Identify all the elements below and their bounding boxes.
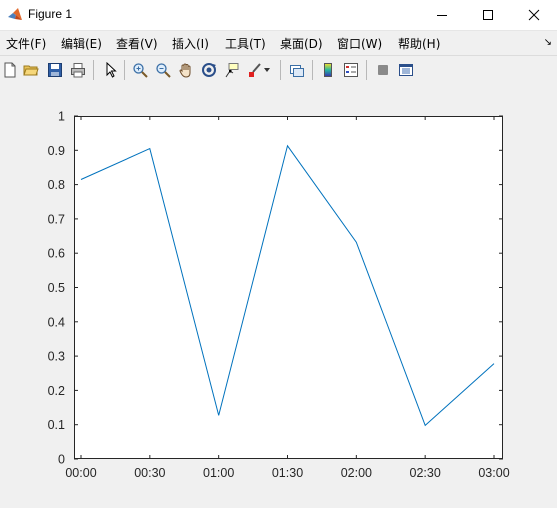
x-tick-label: 02:30	[410, 466, 441, 480]
minimize-icon	[437, 15, 447, 16]
rotate-3d-icon	[202, 63, 216, 77]
zoom-out-icon	[156, 63, 171, 78]
menu-tools[interactable]: 工具(T)	[225, 35, 266, 52]
window-title: Figure 1	[28, 7, 73, 21]
title-bar: Figure 1	[0, 0, 557, 31]
menu-help[interactable]: 帮助(H)	[398, 35, 440, 52]
hide-plot-tools-button[interactable]	[373, 60, 393, 80]
data-cursor-icon	[225, 63, 239, 78]
y-tick-label: 0.1	[48, 418, 65, 432]
x-tick-label: 00:00	[65, 466, 96, 480]
menu-insert[interactable]: 插入(I)	[172, 35, 209, 52]
menubar-overflow-arrow-icon[interactable]: ↘	[544, 37, 552, 48]
x-tick-label: 02:00	[341, 466, 372, 480]
hide-plot-tools-icon	[378, 65, 388, 75]
edit-plot-button[interactable]	[101, 60, 121, 80]
y-tick-label: 0.7	[48, 212, 65, 226]
edit-plot-arrow-icon	[106, 62, 117, 78]
new-figure-button[interactable]	[0, 60, 20, 80]
open-file-button[interactable]	[21, 60, 41, 80]
menu-bar: 文件(F) 编辑(E) 查看(V) 插入(I) 工具(T) 桌面(D) 窗口(W…	[0, 31, 557, 53]
toolbar-separator	[124, 60, 125, 80]
close-button[interactable]	[511, 0, 557, 30]
figure-canvas: 0 0.1 0.2 0.3 0.4 0.5 0.6 0.7 0.8 0.9 1 00:00 00:30…	[0, 84, 557, 504]
x-tick-label: 03:00	[478, 466, 509, 480]
x-tick-label: 00:30	[134, 466, 165, 480]
brush-icon	[249, 63, 261, 77]
menu-window[interactable]: 窗口(W)	[337, 35, 382, 52]
maximize-icon	[483, 10, 493, 20]
data-cursor-button[interactable]	[222, 60, 242, 80]
y-tick-label: 0.5	[48, 281, 65, 295]
zoom-in-icon	[133, 63, 148, 78]
close-icon	[528, 9, 540, 21]
menu-desktop[interactable]: 桌面(D)	[280, 35, 323, 52]
menu-file[interactable]: 文件(F)	[6, 35, 46, 52]
zoom-in-button[interactable]	[130, 60, 150, 80]
menu-edit[interactable]: 编辑(E)	[61, 35, 102, 52]
y-tick-label: 0.6	[48, 247, 65, 261]
line-chart[interactable]: 0 0.1 0.2 0.3 0.4 0.5 0.6 0.7 0.8 0.9 1 00:00 00:30…	[0, 84, 557, 504]
print-icon	[71, 63, 85, 78]
y-tick-label: 0.8	[48, 178, 65, 192]
rotate-3d-button[interactable]	[199, 60, 219, 80]
toolbar-separator	[280, 60, 281, 80]
new-figure-icon	[4, 62, 16, 78]
y-tick-label: 0.3	[48, 350, 65, 364]
brush-dropdown-icon	[264, 68, 270, 72]
y-tick-label: 0.2	[48, 384, 65, 398]
axes-background	[74, 116, 503, 459]
y-tick-label: 0.9	[48, 144, 65, 158]
zoom-out-button[interactable]	[153, 60, 173, 80]
link-plot-button[interactable]	[287, 60, 307, 80]
colorbar-button[interactable]	[318, 60, 338, 80]
x-tick-label: 01:30	[272, 466, 303, 480]
brush-dropdown-button[interactable]	[262, 60, 272, 80]
menu-view[interactable]: 查看(V)	[116, 35, 158, 52]
figure-toolbar	[0, 55, 557, 85]
show-plot-tools-button[interactable]	[396, 60, 416, 80]
save-button[interactable]	[45, 60, 65, 80]
y-tick-label: 1	[58, 110, 65, 124]
minimize-button[interactable]	[419, 0, 465, 30]
y-tick-label: 0	[58, 453, 65, 467]
legend-button[interactable]	[341, 60, 361, 80]
show-plot-tools-icon	[399, 64, 413, 76]
link-plot-icon	[290, 65, 304, 77]
open-file-icon	[23, 65, 39, 76]
save-icon	[48, 63, 62, 77]
maximize-button[interactable]	[465, 0, 511, 30]
colorbar-icon	[324, 63, 332, 77]
pan-hand-icon	[179, 63, 191, 78]
matlab-logo-icon	[8, 8, 22, 20]
y-tick-label: 0.4	[48, 315, 65, 329]
legend-icon	[344, 63, 358, 77]
toolbar-separator	[312, 60, 313, 80]
pan-button[interactable]	[176, 60, 196, 80]
print-button[interactable]	[68, 60, 88, 80]
toolbar-separator	[93, 60, 94, 80]
x-tick-label: 01:00	[203, 466, 234, 480]
toolbar-separator	[366, 60, 367, 80]
